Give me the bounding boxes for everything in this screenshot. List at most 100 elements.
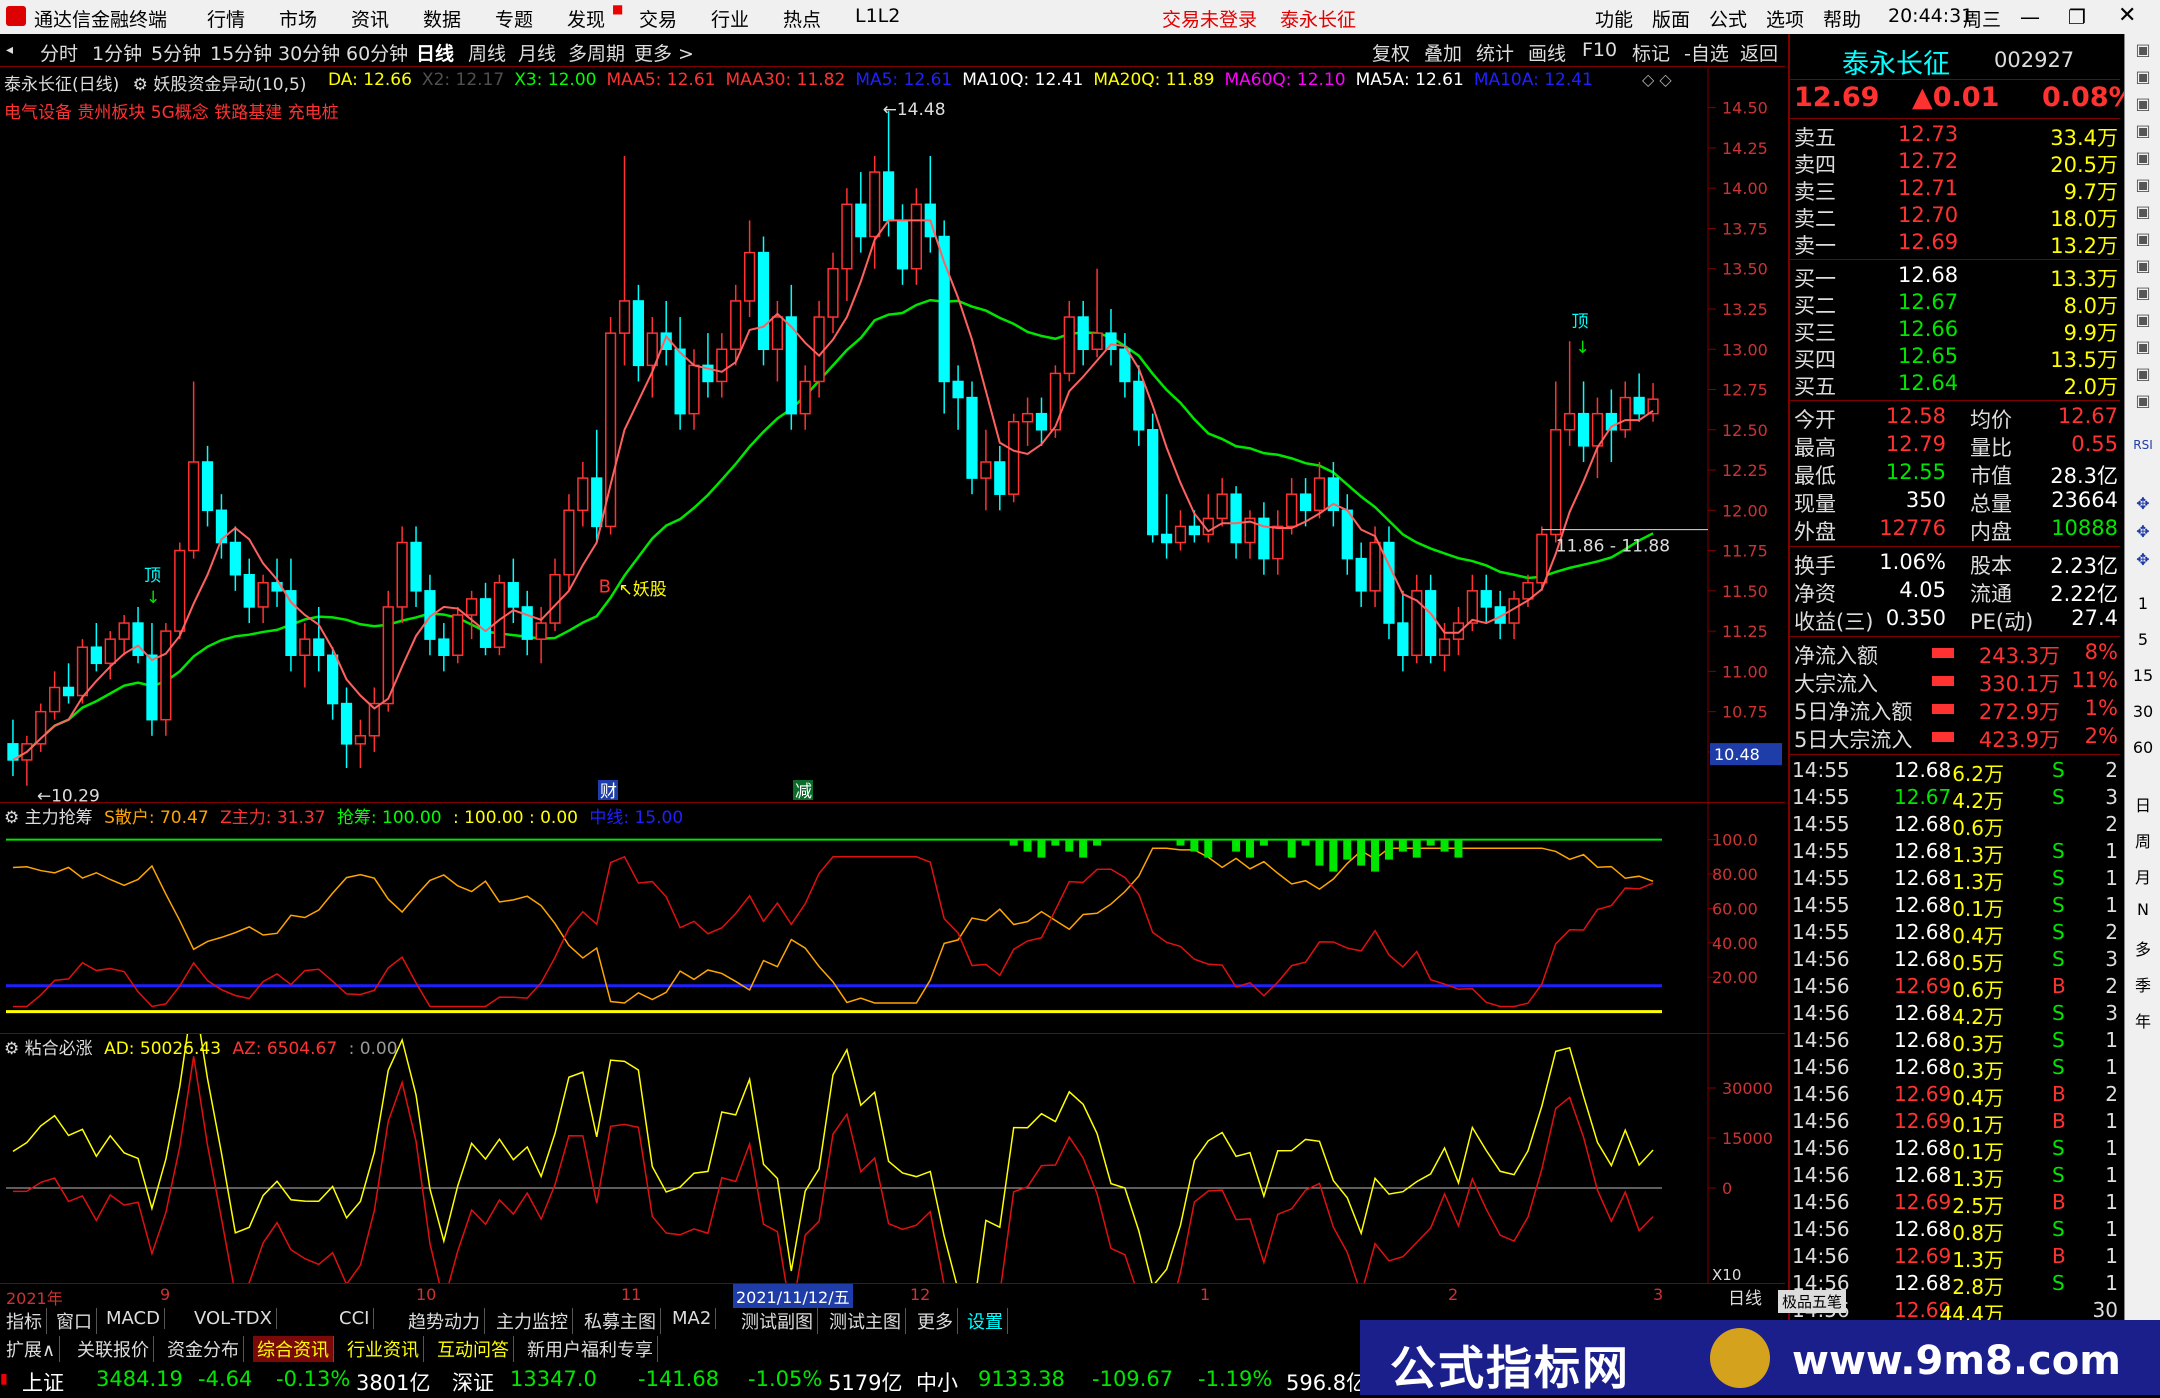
info-tab[interactable]: 资金分布 [163,1336,244,1362]
menu-banmian[interactable]: 版面 [1652,5,1690,32]
period-monthly[interactable]: 月线 [518,39,556,66]
info-tab[interactable]: 关联报价 [73,1336,154,1362]
grid-icon[interactable]: ▣ [2125,121,2160,140]
menu-zixun[interactable]: 资讯 [351,5,389,32]
indicator-tab[interactable]: VOL-TDX [190,1308,277,1329]
news-icon[interactable]: ▣ [2125,337,2160,356]
share-icon[interactable]: ▣ [2125,391,2160,410]
line-icon[interactable]: ▣ [2125,175,2160,194]
indicator-tab[interactable]: MA2 [668,1308,717,1329]
period-shortcut[interactable]: 60 [2125,738,2160,757]
period-fenshi[interactable]: 分时 [40,39,78,66]
status-item[interactable]: 中小 [916,1367,958,1397]
f10-icon[interactable]: ▣ [2125,256,2160,275]
info-tab[interactable]: 扩展∧ [2,1336,61,1362]
tool-zixuan[interactable]: -自选 [1684,39,1729,66]
login-status[interactable]: 交易未登录 [1162,5,1257,32]
period-1min[interactable]: 1分钟 [92,39,142,66]
ad-url: www.9m8.com [1792,1338,2121,1384]
move-icon[interactable]: ✥ [2125,494,2160,513]
list-icon[interactable]: ▣ [2125,67,2160,86]
restore-icon[interactable]: ❐ [2068,5,2086,29]
period-shortcut[interactable]: 30 [2125,702,2160,721]
tool-fuquan[interactable]: 复权 [1372,39,1410,66]
menu-hangqing[interactable]: 行情 [207,5,245,32]
period-shortcut[interactable]: 15 [2125,666,2160,685]
indicator-tab[interactable]: CCI [335,1308,375,1329]
menu-shuju[interactable]: 数据 [423,5,461,32]
ad-banner[interactable]: 公式指标网 www.9m8.com [1360,1320,2160,1395]
menu-jiaoyi[interactable]: 交易 [639,5,677,32]
circle-icon[interactable]: ▣ [2125,364,2160,383]
info-tab[interactable]: 行业资讯 [343,1336,424,1362]
menu-bangzhu[interactable]: 帮助 [1823,5,1861,32]
period-5min[interactable]: 5分钟 [151,39,201,66]
candle-icon[interactable]: ▣ [2125,202,2160,221]
period-shortcut[interactable]: 月 [2125,864,2160,888]
indicator-tab[interactable]: 测试副图 [737,1308,818,1334]
collapse-icon[interactable]: ◂ [6,42,13,58]
status-item[interactable]: 深证 [452,1367,494,1397]
kline-chart[interactable]: 14.50 14.25 14.00 13.75 13.50 13.25 13.00 12.75… [0,68,1785,803]
pen-icon[interactable]: ✥ [2125,522,2160,541]
indicator-tab[interactable]: 指标 [2,1308,47,1334]
tool-fanhui[interactable]: 返回 [1740,39,1778,66]
menu-gongshi[interactable]: 公式 [1709,5,1747,32]
sub1-chart[interactable]: 100.0 80.00 60.00 40.00 20.00 [0,803,1785,1033]
menu-xuanxiang[interactable]: 选项 [1766,5,1804,32]
bar-icon[interactable]: ▣ [2125,148,2160,167]
indicator-tab[interactable]: MACD [102,1308,165,1329]
input-method-tab[interactable]: 极品五笔 [1778,1290,1847,1313]
period-shortcut[interactable]: 季 [2125,972,2160,996]
period-shortcut[interactable]: 年 [2125,1008,2160,1032]
tool-biaoji[interactable]: 标记 [1632,39,1670,66]
table-icon[interactable]: ▣ [2125,229,2160,248]
sub2-chart[interactable]: 30000 15000 0 X10 [0,1034,1785,1284]
menu-hangye[interactable]: 行业 [711,5,749,32]
menu-gongneng[interactable]: 功能 [1595,5,1633,32]
menu-zhuanti[interactable]: 专题 [495,5,533,32]
minimize-icon[interactable]: — [2020,5,2040,29]
period-shortcut[interactable]: 5 [2125,630,2160,649]
indicator-tab[interactable]: 窗口 [52,1308,97,1334]
tool-tongji[interactable]: 统计 [1476,39,1514,66]
menu-shichang[interactable]: 市场 [279,5,317,32]
period-60min[interactable]: 60分钟 [346,39,408,66]
tool-f10[interactable]: F10 [1582,39,1617,61]
close-icon[interactable]: ✕ [2118,3,2136,28]
period-more[interactable]: 更多 > [634,39,694,66]
indicator-tab[interactable]: 主力监控 [492,1308,573,1334]
menu-faxian[interactable]: 发现 [567,5,605,32]
rsi-icon[interactable]: RSI [2125,438,2160,452]
menu-icon[interactable]: ▣ [2125,310,2160,329]
chart-icon[interactable]: ▣ [2125,94,2160,113]
status-item[interactable]: 上证 [22,1367,64,1397]
period-daily[interactable]: 日线 [416,39,454,66]
period-shortcut[interactable]: 周 [2125,828,2160,852]
info-icon[interactable]: ▣ [2125,283,2160,302]
menu-redian[interactable]: 热点 [783,5,821,32]
indicator-tab[interactable]: 私募主图 [580,1308,661,1334]
indicator-tab[interactable]: 趋势动力 [404,1308,485,1334]
fs-icon[interactable]: ✥ [2125,550,2160,569]
stat-value: 0.350 [1885,606,1946,630]
menu-l1l2[interactable]: L1L2 [855,5,900,27]
info-tab[interactable]: 新用户福利专享 [523,1336,658,1362]
period-15min[interactable]: 15分钟 [210,39,272,66]
zoom-icon[interactable]: ▣ [2125,40,2160,59]
period-shortcut[interactable]: 多 [2125,936,2160,960]
indicator-tab[interactable]: 设置 [963,1308,1008,1334]
period-30min[interactable]: 30分钟 [278,39,340,66]
info-tab[interactable]: 互动问答 [433,1336,514,1362]
candle [813,316,825,383]
tool-huaxian[interactable]: 画线 [1528,39,1566,66]
period-shortcut[interactable]: 1 [2125,594,2160,613]
period-shortcut[interactable]: 日 [2125,792,2160,816]
indicator-tab[interactable]: 更多 [913,1308,958,1334]
tool-diejia[interactable]: 叠加 [1424,39,1462,66]
info-tab[interactable]: 综合资讯 [253,1336,334,1362]
period-shortcut[interactable]: N [2125,900,2160,919]
period-weekly[interactable]: 周线 [468,39,506,66]
indicator-tab[interactable]: 测试主图 [825,1308,906,1334]
period-multi[interactable]: 多周期 [568,39,625,66]
